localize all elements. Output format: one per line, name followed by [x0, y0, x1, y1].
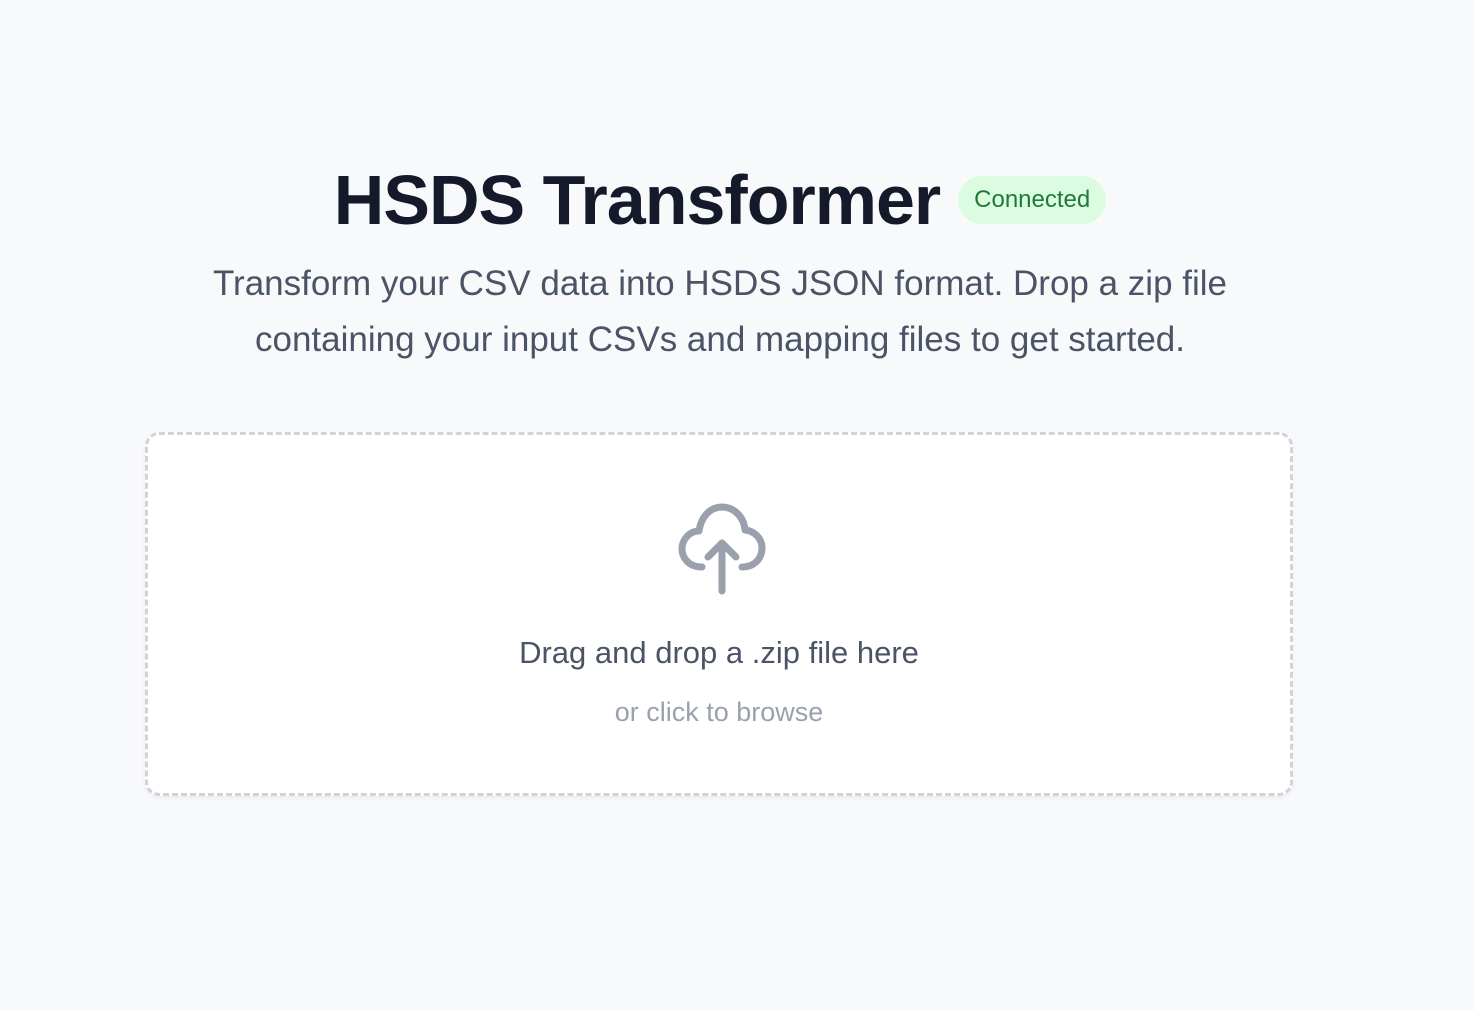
page-title: HSDS Transformer [333, 161, 941, 239]
header: HSDS Transformer Connected [0, 160, 1440, 240]
dropzone-primary-text: Drag and drop a .zip file here [519, 635, 919, 670]
cloud-upload-icon [678, 503, 766, 595]
file-dropzone[interactable]: Drag and drop a .zip file here or click … [145, 432, 1293, 796]
status-badge: Connected [958, 176, 1107, 224]
page-description: Transform your CSV data into HSDS JSON f… [0, 256, 1440, 368]
browse-link[interactable]: or click to browse [148, 695, 1290, 729]
description-line-2: containing your input CSVs and mapping f… [255, 320, 1185, 359]
description-line-1: Transform your CSV data into HSDS JSON f… [212, 264, 1228, 303]
